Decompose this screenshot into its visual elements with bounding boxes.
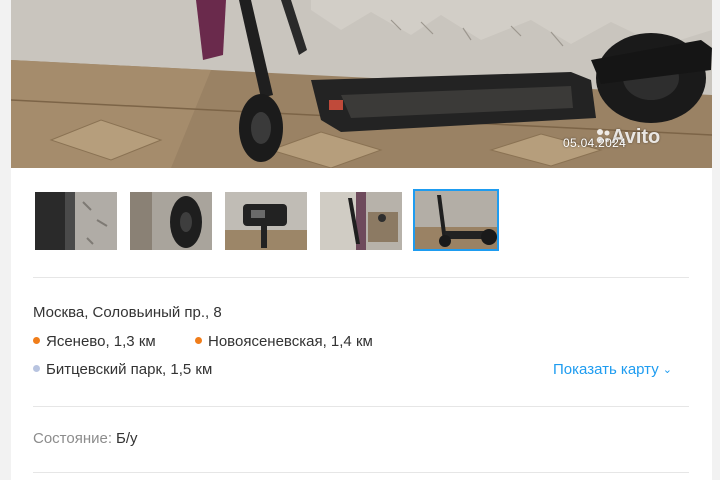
listing-card: Avito 05.04.2024 Москва, Соловьиный пр.,… (11, 0, 712, 480)
condition-label: Состояние: (33, 430, 113, 447)
metro-line-dot-icon (195, 337, 202, 344)
metro-station-name: Ясенево (46, 333, 106, 350)
show-map-link[interactable]: Показать карту ⌄ (553, 361, 672, 378)
divider (33, 277, 689, 278)
chevron-down-icon: ⌄ (662, 364, 672, 376)
divider (33, 472, 689, 473)
metro-line-dot-icon (33, 337, 40, 344)
thumbnail-4[interactable] (318, 190, 404, 252)
metro-station-distance: 1,5 км (170, 361, 213, 378)
metro-station-name: Битцевский парк (46, 361, 163, 378)
metro-station: Новоясеневская, 1,4 км (195, 333, 373, 350)
metro-station-distance: 1,3 км (113, 333, 156, 350)
metro-station: Битцевский парк, 1,5 км (33, 361, 212, 378)
thumbnail-5[interactable] (413, 189, 499, 251)
address-text: Москва, Соловьиный пр., 8 (33, 304, 222, 321)
condition-row: Состояние: Б/у (33, 430, 138, 447)
metro-station-name: Новоясеневская (208, 333, 323, 350)
thumbnail-3[interactable] (223, 190, 309, 252)
main-photo[interactable]: Avito 05.04.2024 (11, 0, 712, 168)
thumbnail-2[interactable] (128, 190, 214, 252)
show-map-label: Показать карту (553, 361, 659, 378)
photo-date-stamp: 05.04.2024 (563, 136, 627, 150)
divider (33, 406, 689, 407)
metro-station-distance: 1,4 км (330, 333, 373, 350)
thumbnail-1[interactable] (33, 190, 119, 252)
metro-station: Ясенево, 1,3 км (33, 333, 156, 350)
metro-line-dot-icon (33, 365, 40, 372)
condition-value: Б/у (116, 430, 138, 447)
